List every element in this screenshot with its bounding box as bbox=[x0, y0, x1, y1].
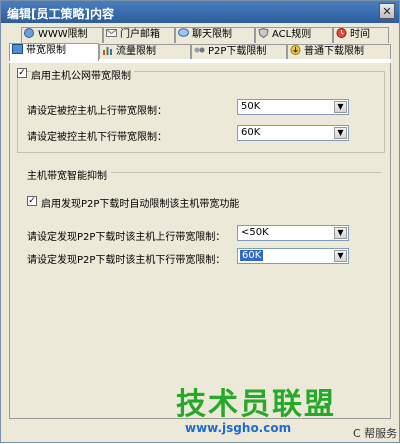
smart-suppress-section-title: 主机带宽智能抑制 bbox=[27, 167, 111, 182]
watermark-suffix: C 帮服务 bbox=[353, 427, 398, 440]
enable-public-limit-checkbox[interactable]: ✓ bbox=[17, 68, 27, 78]
upload-limit-value: 50K bbox=[241, 101, 261, 112]
download-limit-label: 请设定被控主机下行带宽限制： bbox=[27, 132, 167, 143]
p2p-download-limit-select[interactable]: 60K ▼ bbox=[237, 248, 349, 264]
section-divider bbox=[111, 172, 381, 173]
chevron-down-icon[interactable]: ▼ bbox=[334, 101, 347, 113]
p2p-upload-limit-label: 请设定发现P2P下载时该主机上行带宽限制： bbox=[27, 232, 226, 243]
upload-limit-label: 请设定被控主机上行带宽限制： bbox=[27, 106, 167, 117]
auto-suppress-checkbox[interactable]: ✓ bbox=[27, 196, 37, 206]
chevron-down-icon[interactable]: ▼ bbox=[334, 227, 347, 239]
p2p-upload-limit-value: <50K bbox=[241, 227, 269, 238]
enable-public-limit-label: 启用主机公网带宽限制 bbox=[31, 67, 134, 82]
chevron-down-icon[interactable]: ▼ bbox=[334, 250, 347, 262]
p2p-download-limit-value: 60K bbox=[240, 250, 264, 261]
panel-content: ✓ 启用主机公网带宽限制 请设定被控主机上行带宽限制： 50K ▼ 请设定被控主… bbox=[1, 1, 400, 444]
chevron-down-icon[interactable]: ▼ bbox=[334, 127, 347, 139]
dialog-window: 编辑[员工策略]内容 ✕ WWW限制 门户邮箱 聊天限制 ACL规则 时间 带宽… bbox=[0, 0, 400, 443]
download-limit-select[interactable]: 60K ▼ bbox=[237, 125, 349, 141]
p2p-download-limit-label: 请设定发现P2P下载时该主机下行带宽限制： bbox=[27, 255, 226, 266]
upload-limit-select[interactable]: 50K ▼ bbox=[237, 99, 349, 115]
auto-suppress-label: 启用发现P2P下载时自动限制该主机带宽功能 bbox=[41, 199, 240, 210]
download-limit-value: 60K bbox=[241, 127, 261, 138]
watermark-url: www.jsgho.com bbox=[185, 421, 292, 435]
p2p-upload-limit-select[interactable]: <50K ▼ bbox=[237, 225, 349, 241]
watermark-logo: 技术员联盟 bbox=[176, 387, 336, 422]
